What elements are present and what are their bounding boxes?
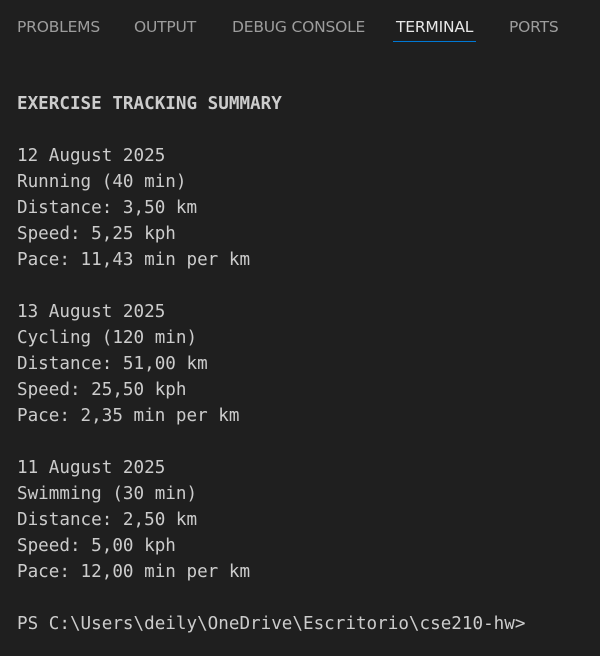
activity-distance: Distance: 3,50 km [17, 198, 198, 218]
activity-type: Running (40 min) [17, 172, 187, 192]
activity-date: 12 August 2025 [17, 146, 166, 166]
tab-problems-label: PROBLEMS [17, 18, 100, 36]
activity-type: Cycling (120 min) [17, 328, 198, 348]
tab-ports[interactable]: PORTS [509, 17, 559, 37]
active-tab-indicator [393, 41, 477, 42]
tab-debug-console[interactable]: DEBUG CONSOLE [232, 17, 365, 37]
tab-output-label: OUTPUT [134, 18, 196, 36]
activity-type: Swimming (30 min) [17, 484, 198, 504]
activity-date: 11 August 2025 [17, 458, 166, 478]
tab-problems[interactable]: PROBLEMS [17, 17, 100, 37]
summary-heading: EXERCISE TRACKING SUMMARY [17, 94, 282, 114]
activity-pace: Pace: 11,43 min per km [17, 250, 251, 270]
activity-distance: Distance: 51,00 km [17, 354, 208, 374]
tab-ports-label: PORTS [509, 18, 559, 36]
tab-terminal[interactable]: TERMINAL [393, 17, 477, 42]
activity-date: 13 August 2025 [17, 302, 166, 322]
activity-speed: Speed: 5,00 kph [17, 536, 176, 556]
terminal-output[interactable]: EXERCISE TRACKING SUMMARY 12 August 2025… [17, 91, 600, 656]
tab-terminal-label: TERMINAL [396, 18, 474, 36]
tab-output[interactable]: OUTPUT [134, 17, 196, 37]
tab-debug-console-label: DEBUG CONSOLE [232, 18, 366, 36]
activity-speed: Speed: 25,50 kph [17, 380, 187, 400]
activity-pace: Pace: 12,00 min per km [17, 562, 251, 582]
shell-prompt[interactable]: PS C:\Users\deily\OneDrive\Escritorio\cs… [17, 611, 600, 637]
panel-tab-bar: PROBLEMS OUTPUT DEBUG CONSOLE TERMINAL P… [0, 0, 600, 54]
activity-distance: Distance: 2,50 km [17, 510, 198, 530]
activity-pace: Pace: 2,35 min per km [17, 406, 240, 426]
activity-speed: Speed: 5,25 kph [17, 224, 176, 244]
